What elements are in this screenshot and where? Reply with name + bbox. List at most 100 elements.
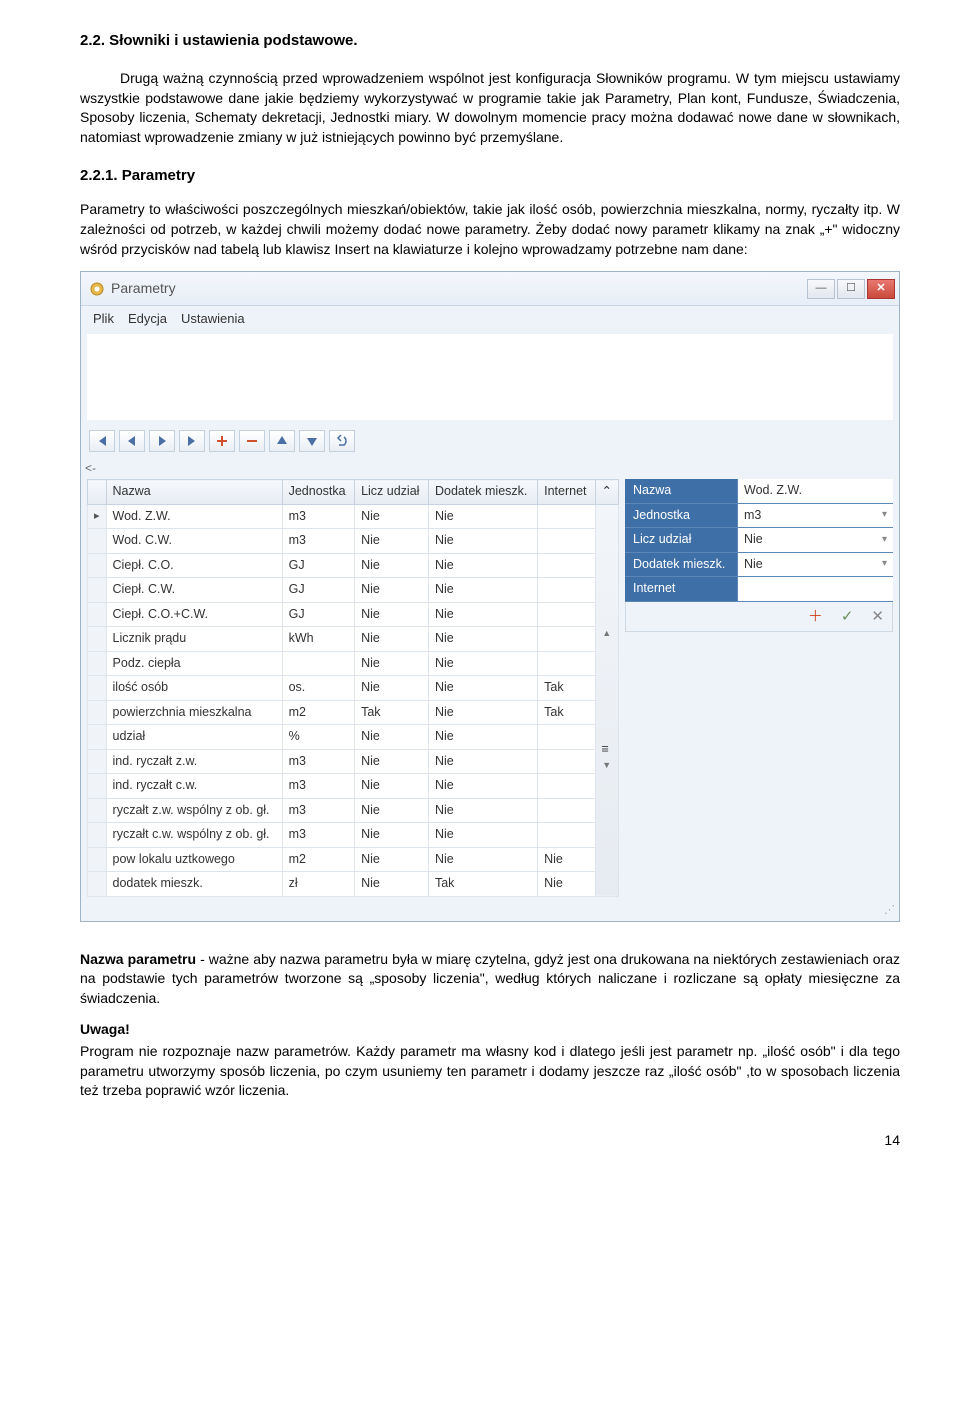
table-row[interactable]: ind. ryczałt z.w.m3NieNie xyxy=(88,749,619,774)
cell-jednostka: GJ xyxy=(282,553,354,578)
cell-licz: Tak xyxy=(355,700,429,725)
table-row[interactable]: Ciepł. C.W.GJNieNie xyxy=(88,578,619,603)
cell-dodatek: Nie xyxy=(428,504,537,529)
cell-licz: Nie xyxy=(355,798,429,823)
parameters-table: Nazwa Jednostka Licz udział Dodatek mies… xyxy=(87,479,619,897)
row-marker xyxy=(88,725,107,750)
cell-nazwa: udział xyxy=(106,725,282,750)
form-cancel-button[interactable]: ✕ xyxy=(871,606,884,627)
cell-jednostka: os. xyxy=(282,676,354,701)
col-licz-udzial[interactable]: Licz udział xyxy=(355,480,429,505)
cell-jednostka: % xyxy=(282,725,354,750)
last-button[interactable] xyxy=(179,430,205,452)
cell-nazwa: Podz. ciepła xyxy=(106,651,282,676)
table-row[interactable]: ilość osóbos.NieNieTak xyxy=(88,676,619,701)
cell-internet xyxy=(538,725,595,750)
dropdown-icon[interactable]: ▾ xyxy=(882,533,887,547)
form-ok-button[interactable]: ✓ xyxy=(841,606,854,627)
cell-nazwa: ilość osób xyxy=(106,676,282,701)
window-title: Parametry xyxy=(111,279,807,299)
down-button[interactable] xyxy=(299,430,325,452)
intro-paragraph: Drugą ważną czynnością przed wprowadzeni… xyxy=(80,69,900,147)
parametry-window: Parametry — ☐ ✕ Plik Edycja Ustawienia <… xyxy=(80,271,900,921)
table-row[interactable]: udział%NieNie xyxy=(88,725,619,750)
close-button[interactable]: ✕ xyxy=(867,279,895,299)
cell-dodatek: Nie xyxy=(428,749,537,774)
cell-nazwa: ryczałt c.w. wspólny z ob. gł. xyxy=(106,823,282,848)
cell-dodatek: Nie xyxy=(428,627,537,652)
row-marker xyxy=(88,700,107,725)
up-button[interactable] xyxy=(269,430,295,452)
table-row[interactable]: dodatek mieszk.złNieTakNie xyxy=(88,872,619,897)
uwaga-label: Uwaga! xyxy=(80,1020,900,1040)
row-marker xyxy=(88,823,107,848)
row-marker xyxy=(88,529,107,554)
first-button[interactable] xyxy=(89,430,115,452)
cell-internet xyxy=(538,651,595,676)
cell-jednostka: GJ xyxy=(282,578,354,603)
cell-internet xyxy=(538,602,595,627)
row-marker xyxy=(88,847,107,872)
remove-button[interactable] xyxy=(239,430,265,452)
form-row: Internet xyxy=(625,577,893,602)
cell-nazwa: ind. ryczałt z.w. xyxy=(106,749,282,774)
cell-nazwa: powierzchnia mieszkalna xyxy=(106,700,282,725)
cell-jednostka xyxy=(282,651,354,676)
table-row[interactable]: powierzchnia mieszkalnam2TakNieTak xyxy=(88,700,619,725)
form-value[interactable]: m3▾ xyxy=(737,504,893,528)
table-row[interactable]: ryczałt z.w. wspólny z ob. gł.m3NieNie xyxy=(88,798,619,823)
cell-jednostka: zł xyxy=(282,872,354,897)
menu-plik[interactable]: Plik xyxy=(93,310,114,328)
dropdown-icon[interactable]: ▾ xyxy=(882,508,887,522)
scrollbar[interactable]: ▲≡▼ xyxy=(595,504,618,896)
minimize-button[interactable]: — xyxy=(807,279,835,299)
cell-nazwa: Wod. C.W. xyxy=(106,529,282,554)
dropdown-icon[interactable]: ▾ xyxy=(882,557,887,571)
row-marker xyxy=(88,749,107,774)
section-heading: 2.2. Słowniki i ustawienia podstawowe. xyxy=(80,30,900,51)
form-value[interactable]: Nie▾ xyxy=(737,528,893,552)
menu-edycja[interactable]: Edycja xyxy=(128,310,167,328)
cell-nazwa: pow lokalu uztkowego xyxy=(106,847,282,872)
cell-nazwa: Ciepł. C.O.+C.W. xyxy=(106,602,282,627)
form-row: Jednostkam3▾ xyxy=(625,504,893,529)
table-row[interactable]: Ciepł. C.O.+C.W.GJNieNie xyxy=(88,602,619,627)
maximize-button[interactable]: ☐ xyxy=(837,279,865,299)
prev-button[interactable] xyxy=(119,430,145,452)
cell-internet xyxy=(538,627,595,652)
table-row[interactable]: Ciepł. C.O.GJNieNie xyxy=(88,553,619,578)
row-marker xyxy=(88,553,107,578)
undo-button[interactable] xyxy=(329,430,355,452)
cell-nazwa: Ciepł. C.W. xyxy=(106,578,282,603)
col-jednostka[interactable]: Jednostka xyxy=(282,480,354,505)
table-row[interactable]: Podz. ciepłaNieNie xyxy=(88,651,619,676)
col-nazwa[interactable]: Nazwa xyxy=(106,480,282,505)
table-row[interactable]: Licznik prądukWhNieNie xyxy=(88,627,619,652)
row-marker xyxy=(88,651,107,676)
page-number: 14 xyxy=(80,1131,900,1151)
form-value[interactable]: Wod. Z.W. xyxy=(737,479,893,503)
menu-ustawienia[interactable]: Ustawienia xyxy=(181,310,245,328)
form-buttons: ＋ ✓ ✕ xyxy=(625,602,893,632)
table-row[interactable]: ind. ryczałt c.w.m3NieNie xyxy=(88,774,619,799)
table-row[interactable]: Wod. C.W.m3NieNie xyxy=(88,529,619,554)
form-value[interactable]: Nie▾ xyxy=(737,553,893,577)
resize-grip[interactable]: ⋰ xyxy=(81,903,899,921)
cell-internet xyxy=(538,749,595,774)
cell-internet xyxy=(538,529,595,554)
row-marker xyxy=(88,774,107,799)
cell-licz: Nie xyxy=(355,651,429,676)
cell-licz: Nie xyxy=(355,578,429,603)
next-button[interactable] xyxy=(149,430,175,452)
col-dodatek[interactable]: Dodatek mieszk. xyxy=(428,480,537,505)
col-internet[interactable]: Internet xyxy=(538,480,595,505)
table-row[interactable]: ▸Wod. Z.W.m3NieNie▲≡▼ xyxy=(88,504,619,529)
form-label: Nazwa xyxy=(625,479,737,503)
scroll-header: ⌃ xyxy=(595,480,618,505)
table-row[interactable]: ryczałt c.w. wspólny z ob. gł.m3NieNie xyxy=(88,823,619,848)
add-button[interactable] xyxy=(209,430,235,452)
cell-jednostka: kWh xyxy=(282,627,354,652)
form-add-button[interactable]: ＋ xyxy=(808,606,823,627)
table-row[interactable]: pow lokalu uztkowegom2NieNieNie xyxy=(88,847,619,872)
form-value[interactable] xyxy=(737,577,893,601)
